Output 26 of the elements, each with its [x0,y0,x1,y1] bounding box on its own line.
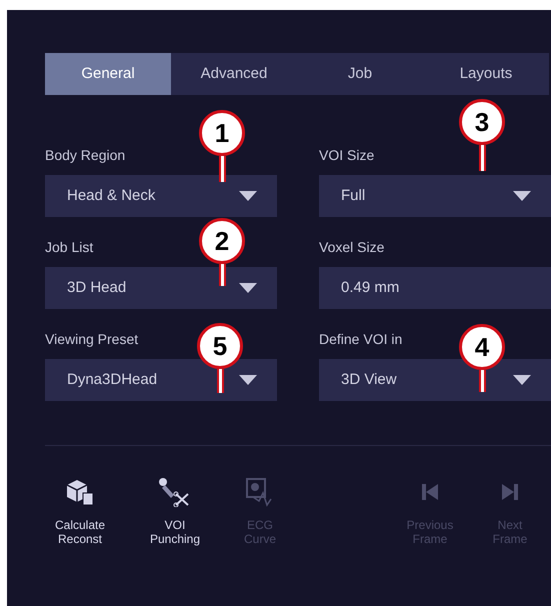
dropdown[interactable]: 3D View [319,359,551,401]
field-label: Define VOI in [319,330,402,349]
field-label: Viewing Preset [45,330,138,349]
field-label: Body Region [45,146,126,165]
field-label: Voxel Size [319,238,384,257]
dropdown[interactable]: Full [319,175,551,217]
toolbar-button[interactable]: VOI Punching [145,476,205,546]
dropdown-caret-icon [239,191,257,201]
dropdown[interactable]: 3D Head [45,267,277,309]
dropdown-caret-icon [513,191,531,201]
dropdown-caret-icon [239,375,257,385]
skip-back-icon [420,482,440,502]
input-field[interactable]: 0.49 mm [319,267,551,309]
dropdown-caret-icon [239,283,257,293]
tab[interactable]: Layouts [423,53,549,95]
dropdown[interactable]: Head & Neck [45,175,277,217]
tab[interactable]: Advanced [171,53,297,95]
field-label: Job List [45,238,94,257]
field-label: VOI Size [319,146,374,165]
cube-icon [65,477,95,507]
dropdown[interactable]: Dyna3DHead [45,359,277,401]
toolbar-button[interactable]: Calculate Reconst [50,476,110,546]
tab[interactable]: Job [297,53,423,95]
tab[interactable]: General [45,53,171,95]
skip-forward-icon [500,482,520,502]
dropdown-caret-icon [513,375,531,385]
